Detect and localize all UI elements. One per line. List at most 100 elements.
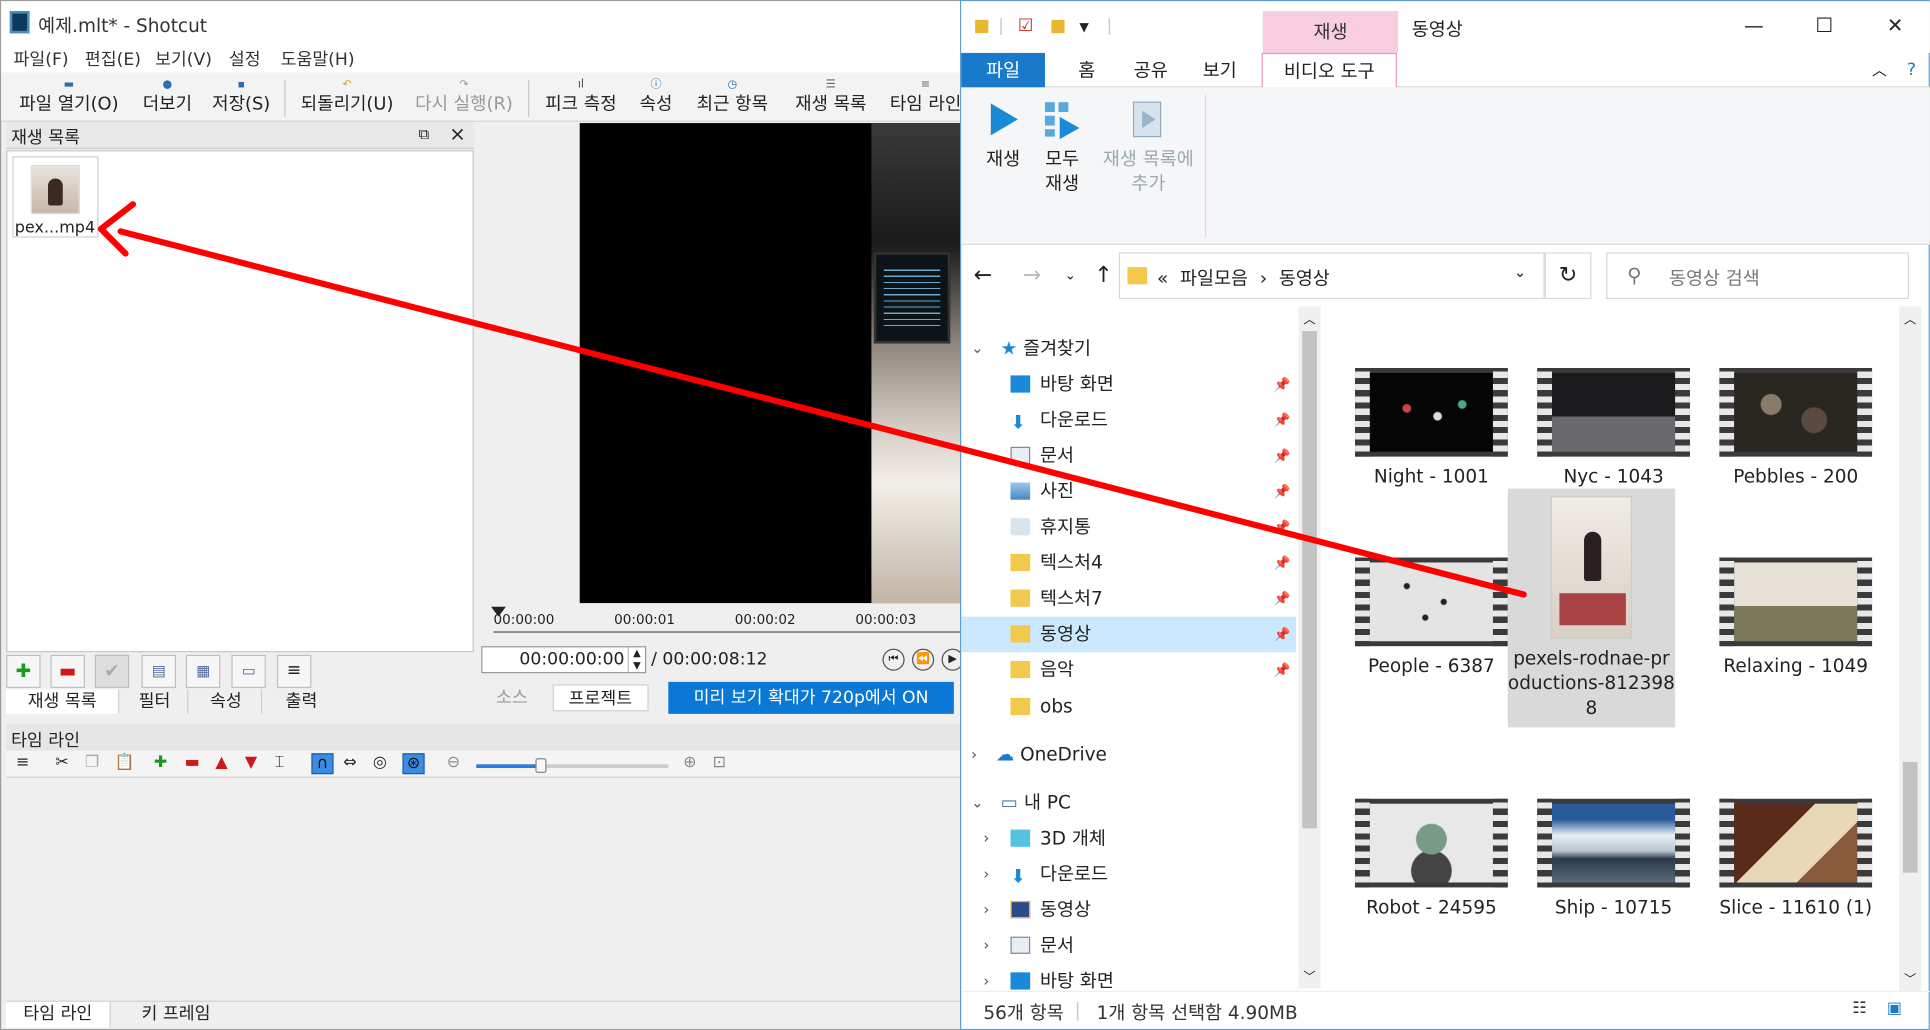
chevron-right-icon[interactable]: ›	[983, 892, 989, 928]
spinner-icon[interactable]: ▲ ▼	[627, 647, 645, 673]
tab-home[interactable]: 홈	[1057, 53, 1116, 87]
recent-button[interactable]: ◷ 최근 항목	[692, 78, 773, 120]
chevron-right-icon[interactable]: ›	[983, 857, 989, 893]
large-icons-view-icon[interactable]: ▣	[1887, 999, 1902, 1017]
copy-icon[interactable]: ❐	[85, 753, 99, 771]
playlist-area[interactable]: pex...mp4	[6, 150, 474, 653]
zoom-slider[interactable]	[476, 764, 669, 769]
tab-source[interactable]: 소스	[481, 684, 542, 711]
tree-item-texture7[interactable]: 텍스처7 📌	[961, 581, 1296, 617]
address-bar[interactable]: « 파일모음 › 동영상 ⌄	[1118, 252, 1545, 300]
time-ruler[interactable]: 00:00:00 00:00:01 00:00:02 00:00:03	[491, 606, 964, 637]
up-icon[interactable]: ↑	[1094, 262, 1113, 288]
properties-icon[interactable]: ☑	[1018, 16, 1033, 36]
add-icon[interactable]: ✚	[6, 654, 41, 689]
tree-item-downloads[interactable]: ⬇ 다운로드 📌	[961, 402, 1296, 438]
zoom-slider-handle[interactable]	[535, 758, 547, 773]
details-view-icon[interactable]: ☷	[1852, 999, 1866, 1017]
scrollbar-thumb[interactable]	[1302, 331, 1317, 829]
tab-export[interactable]: 출력	[265, 689, 339, 714]
tab-project[interactable]: 프로젝트	[552, 684, 649, 712]
play-button[interactable]: 재생	[978, 100, 1027, 171]
tab-file[interactable]: 파일	[961, 52, 1045, 88]
ripple-delete-icon[interactable]: ▬	[185, 753, 200, 771]
file-item[interactable]: People - 6387	[1348, 557, 1515, 679]
ripple-icon[interactable]: ◎	[373, 753, 387, 771]
more-button[interactable]: ● 더보기	[137, 78, 199, 120]
back-icon[interactable]: ←	[974, 262, 993, 288]
menu-settings[interactable]: 설정	[229, 47, 261, 72]
scrollbar-thumb[interactable]	[1902, 761, 1918, 873]
cut-icon[interactable]: ✂	[55, 753, 68, 771]
file-item-selected[interactable]: pexels-rodnae-pr oductions-812398 8	[1507, 488, 1676, 728]
search-input[interactable]: ⚲ 동영상 검색	[1606, 252, 1909, 300]
menu-icon[interactable]: ≡	[16, 753, 29, 771]
chevron-down-icon[interactable]: ⌄	[1514, 263, 1526, 280]
play-all-button[interactable]: 모두 재생	[1038, 100, 1087, 196]
playlist-button[interactable]: ☰ 재생 목록	[790, 78, 871, 120]
quick-access-dropdown-icon[interactable]: ▼	[1079, 21, 1088, 35]
timeline-button[interactable]: ≡ 타임 라인	[887, 78, 963, 120]
menu-view[interactable]: 보기(V)	[155, 47, 212, 72]
file-item[interactable]: Robot - 24595	[1348, 798, 1515, 920]
tree-scrollbar[interactable]: ︿ ﹀	[1298, 306, 1321, 989]
tree-item-music[interactable]: 음악 📌	[961, 652, 1296, 688]
file-item[interactable]: Relaxing - 1049	[1712, 557, 1879, 679]
tiles-view-icon[interactable]: ▦	[185, 654, 221, 689]
ripple-all-icon[interactable]: ⊛	[402, 753, 425, 775]
forward-icon[interactable]: →	[1023, 262, 1042, 288]
skip-previous-icon[interactable]: ⏮	[882, 648, 905, 671]
tree-item-texture4[interactable]: 텍스처4 📌	[961, 545, 1296, 581]
maximize-icon[interactable]: ☐	[1815, 14, 1833, 37]
tree-item-pictures[interactable]: 사진 📌	[961, 474, 1296, 510]
tab-playlist[interactable]: 재생 목록	[6, 689, 120, 714]
close-icon[interactable]: ×	[449, 122, 466, 145]
scroll-down-icon[interactable]: ﹀	[1303, 966, 1315, 985]
tree-item-pc-downloads[interactable]: › ⬇ 다운로드	[961, 857, 1296, 893]
breadcrumb-videos[interactable]: 동영상	[1279, 267, 1330, 289]
redo-button[interactable]: ↷ 다시 실행(R)	[412, 78, 515, 120]
append-icon[interactable]: ✚	[154, 753, 167, 771]
collapse-ribbon-icon[interactable]: ︿	[1867, 53, 1892, 87]
tree-item-quick-access[interactable]: ⌄ ★ 즐겨찾기	[961, 331, 1296, 367]
overwrite-icon[interactable]: ▼	[245, 753, 257, 771]
open-file-button[interactable]: ▬ 파일 열기(O)	[16, 78, 122, 120]
chevron-right-icon[interactable]: ›	[983, 964, 989, 991]
chevron-right-icon[interactable]: ›	[983, 821, 989, 857]
new-folder-icon[interactable]: ■	[1050, 16, 1066, 36]
icons-view-icon[interactable]: ▭	[231, 654, 266, 689]
breadcrumb-files[interactable]: 파일모음	[1180, 267, 1248, 289]
timeline-area[interactable]	[6, 779, 964, 999]
paste-icon[interactable]: 📋	[114, 753, 134, 771]
file-item[interactable]: Pebbles - 200	[1712, 368, 1879, 489]
menu-file[interactable]: 파일(F)	[14, 47, 69, 72]
tree-item-recycle-bin[interactable]: 휴지통 📌	[961, 510, 1296, 546]
tab-timeline[interactable]: 타임 라인	[6, 1001, 111, 1028]
tab-filters[interactable]: 필터	[122, 689, 189, 714]
tab-share[interactable]: 공유	[1116, 53, 1185, 87]
tree-item-pc-documents[interactable]: › 문서	[961, 928, 1296, 964]
file-item[interactable]: Nyc - 1043	[1530, 368, 1697, 489]
details-view-icon[interactable]: ▤	[141, 654, 177, 689]
tree-item-this-pc[interactable]: ⌄ ▭ 내 PC	[961, 785, 1296, 821]
playlist-clip[interactable]: pex...mp4	[12, 156, 99, 238]
timecode-field[interactable]: 00:00:00:00 ▲ ▼	[481, 646, 647, 674]
chevron-right-icon[interactable]: ›	[983, 928, 989, 964]
grid-scrollbar[interactable]: ︿ ﹀	[1899, 306, 1922, 991]
remove-icon[interactable]: ▬	[50, 654, 85, 689]
file-item[interactable]: Night - 1001	[1348, 368, 1515, 489]
tree-item-videos[interactable]: 동영상 📌	[961, 616, 1297, 653]
snap-icon[interactable]: ∩	[311, 753, 334, 775]
tree-item-pc-desktop[interactable]: › 바탕 화면	[961, 964, 1296, 991]
file-item[interactable]: Slice - 11610 (1)	[1712, 798, 1879, 920]
peak-meter-button[interactable]: ıl 피크 측정	[542, 78, 621, 120]
video-preview[interactable]	[579, 123, 964, 604]
scroll-up-icon[interactable]: ︿	[1303, 309, 1315, 328]
chevron-down-icon[interactable]: ⌄	[971, 331, 983, 367]
tab-view[interactable]: 보기	[1188, 53, 1252, 87]
chevron-down-icon[interactable]: ⌄	[971, 785, 983, 821]
minimize-icon[interactable]: —	[1744, 14, 1764, 37]
rewind-icon[interactable]: ⏪	[912, 648, 935, 671]
scroll-down-icon[interactable]: ﹀	[1904, 969, 1916, 988]
menu-edit[interactable]: 편집(E)	[85, 47, 141, 72]
